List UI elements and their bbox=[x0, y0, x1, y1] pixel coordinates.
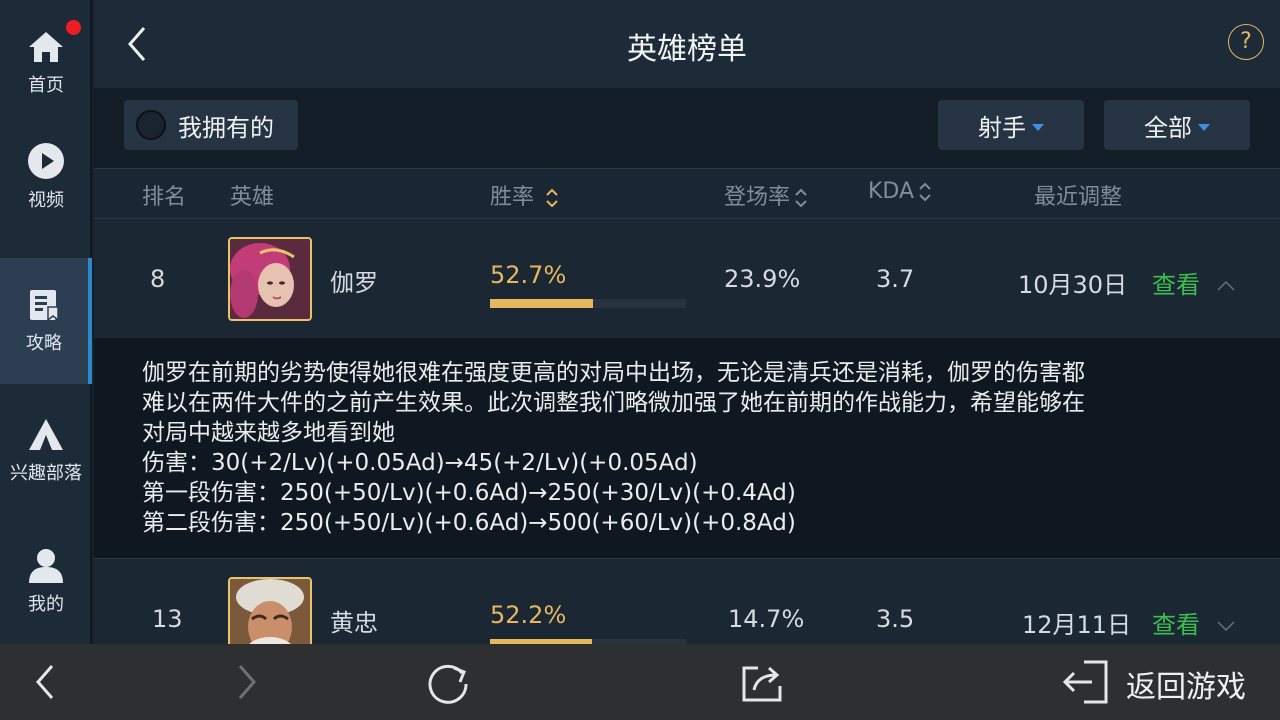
winrate-value: 52.2% bbox=[490, 601, 567, 629]
sidebar-item-label: 兴趣部落 bbox=[10, 463, 82, 484]
view-button[interactable]: 查看 bbox=[1152, 265, 1236, 300]
sidebar-item-me[interactable]: 我的 bbox=[0, 518, 92, 644]
refresh-icon[interactable] bbox=[424, 660, 472, 706]
view-button-label: 查看 bbox=[1152, 271, 1200, 299]
detail-line: 对局中越来越多地看到她 bbox=[142, 420, 395, 446]
winrate-bar-fill bbox=[490, 299, 594, 308]
chevron-down-icon bbox=[1217, 621, 1235, 632]
hero-portrait-image bbox=[230, 239, 310, 319]
bottom-toolbar: 返回游戏 bbox=[0, 644, 1280, 720]
role-dropdown[interactable]: 射手 bbox=[938, 100, 1084, 150]
triangle-down-icon bbox=[1198, 123, 1210, 131]
owned-toggle[interactable]: 我拥有的 bbox=[124, 100, 298, 150]
sort-icon bbox=[795, 188, 807, 208]
hero-avatar bbox=[228, 577, 312, 644]
page-title: 英雄榜单 bbox=[627, 32, 747, 67]
top-header: 英雄榜单 ? bbox=[94, 0, 1280, 88]
nav-back-icon[interactable] bbox=[30, 660, 60, 704]
guide-icon bbox=[30, 290, 59, 322]
exit-game-icon[interactable] bbox=[1062, 658, 1112, 706]
triangle-down-icon bbox=[1032, 123, 1044, 131]
rank-value: 8 bbox=[150, 265, 166, 293]
pickrate-value: 23.9% bbox=[724, 265, 801, 293]
col-kda[interactable]: KDA bbox=[868, 179, 932, 204]
sidebar: 首页 视频 攻略 兴趣部落 我的 bbox=[0, 0, 92, 644]
scope-dropdown-value: 全部 bbox=[1144, 113, 1192, 142]
kda-value: 3.7 bbox=[876, 265, 915, 293]
view-button-label: 查看 bbox=[1152, 611, 1200, 639]
hero-name: 黄忠 bbox=[330, 609, 378, 637]
owned-toggle-label: 我拥有的 bbox=[178, 113, 274, 142]
return-to-game-button[interactable]: 返回游戏 bbox=[1126, 662, 1246, 706]
tent-icon bbox=[29, 419, 63, 450]
app-root: 首页 视频 攻略 兴趣部落 我的 英雄榜单 ? 我拥有的 射手 全部 排名 英雄… bbox=[0, 0, 1280, 720]
share-icon[interactable] bbox=[738, 660, 786, 706]
table-row[interactable]: 13 黄忠 52.2% 14.7% 3.5 12月11日 查看 bbox=[94, 558, 1280, 644]
table-header: 排名 英雄 胜率 登场率 KDA 最近调整 bbox=[94, 168, 1280, 218]
winrate-value: 52.7% bbox=[490, 261, 567, 289]
kda-value: 3.5 bbox=[876, 605, 915, 633]
col-recent: 最近调整 bbox=[1034, 185, 1123, 210]
col-kda-label: KDA bbox=[868, 179, 915, 204]
col-winrate[interactable]: 胜率 bbox=[490, 179, 559, 211]
sidebar-item-label: 我的 bbox=[28, 594, 64, 615]
sidebar-item-label: 攻略 bbox=[26, 333, 62, 354]
role-dropdown-value: 射手 bbox=[978, 113, 1026, 142]
sidebar-item-tribe[interactable]: 兴趣部落 bbox=[0, 388, 92, 514]
sidebar-item-label: 视频 bbox=[28, 190, 64, 211]
sidebar-item-guide[interactable]: 攻略 bbox=[0, 258, 92, 384]
adjustment-detail: 伽罗在前期的劣势使得她很难在强度更高的对局中出场，无论是清兵还是消耗，伽罗的伤害… bbox=[94, 338, 1280, 558]
col-winrate-label: 胜率 bbox=[490, 185, 535, 210]
sort-icon bbox=[546, 188, 558, 208]
notification-badge bbox=[66, 20, 81, 35]
date-value: 10月30日 bbox=[1018, 271, 1128, 299]
detail-line: 伽罗在前期的劣势使得她很难在强度更高的对局中出场，无论是清兵还是消耗，伽罗的伤害… bbox=[142, 360, 1085, 386]
sort-icon bbox=[919, 182, 931, 202]
detail-line: 第二段伤害：250(+50/Lv)(+0.6Ad)→500(+60/Lv)(+0… bbox=[142, 510, 796, 536]
pickrate-value: 14.7% bbox=[728, 605, 805, 633]
user-icon bbox=[29, 549, 63, 583]
hero-portrait-image bbox=[230, 579, 310, 644]
chevron-up-icon bbox=[1217, 280, 1235, 291]
scope-dropdown[interactable]: 全部 bbox=[1104, 100, 1250, 150]
col-rank: 排名 bbox=[142, 185, 187, 210]
rank-value: 13 bbox=[152, 605, 183, 633]
detail-line: 伤害：30(+2/Lv)(+0.05Ad)→45(+2/Lv)(+0.05Ad) bbox=[142, 450, 698, 476]
filter-bar: 我拥有的 射手 全部 bbox=[94, 88, 1280, 168]
date-value: 12月11日 bbox=[1022, 611, 1132, 639]
sidebar-item-label: 首页 bbox=[28, 75, 64, 96]
table-row[interactable]: 8 伽罗 52.7% 23.9% 3.7 10月30日 查看 bbox=[94, 218, 1280, 338]
col-pickrate-label: 登场率 bbox=[724, 185, 791, 210]
hero-name: 伽罗 bbox=[330, 269, 378, 297]
col-pickrate[interactable]: 登场率 bbox=[724, 179, 808, 211]
col-hero: 英雄 bbox=[230, 185, 275, 210]
sidebar-item-video[interactable]: 视频 bbox=[0, 114, 92, 240]
home-icon bbox=[29, 32, 63, 62]
radio-ring-icon bbox=[136, 110, 166, 140]
detail-line: 第一段伤害：250(+50/Lv)(+0.6Ad)→250(+30/Lv)(+0… bbox=[142, 480, 796, 506]
detail-line: 难以在两件大件的之前产生效果。此次调整我们略微加强了她在前期的作战能力，希望能够… bbox=[142, 390, 1085, 416]
view-button[interactable]: 查看 bbox=[1152, 605, 1236, 640]
winrate-bar bbox=[490, 299, 686, 308]
help-button[interactable]: ? bbox=[1228, 24, 1264, 60]
sidebar-item-home[interactable]: 首页 bbox=[0, 0, 92, 126]
hero-avatar bbox=[228, 237, 312, 321]
nav-forward-icon[interactable] bbox=[232, 660, 262, 704]
play-icon bbox=[28, 143, 64, 179]
